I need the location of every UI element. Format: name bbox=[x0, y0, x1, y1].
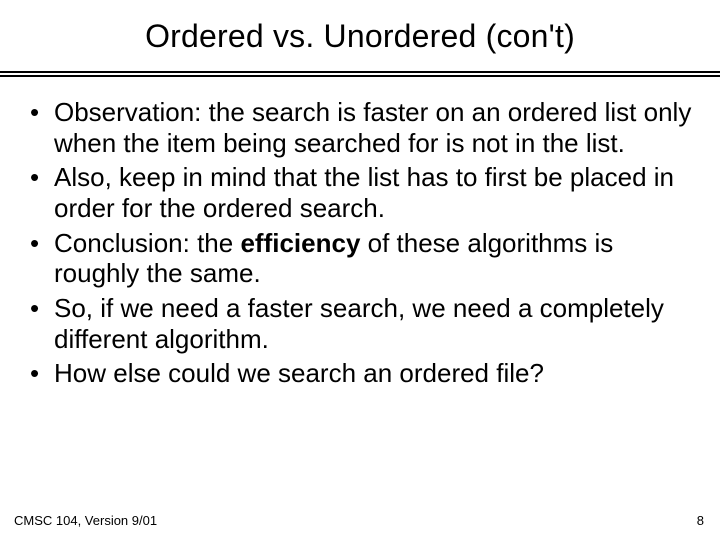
bullet-item: So, if we need a faster search, we need … bbox=[24, 293, 696, 354]
bullet-text: Also, keep in mind that the list has to … bbox=[54, 162, 674, 223]
bullet-list: Observation: the search is faster on an … bbox=[24, 97, 696, 389]
bullet-text: So, if we need a faster search, we need … bbox=[54, 293, 664, 354]
bullet-text-bold: efficiency bbox=[240, 228, 360, 258]
bullet-item: Conclusion: the efficiency of these algo… bbox=[24, 228, 696, 289]
footer-course: CMSC 104, Version 9/01 bbox=[14, 513, 157, 528]
bullet-text-pre: Conclusion: the bbox=[54, 228, 240, 258]
bullet-item: How else could we search an ordered file… bbox=[24, 358, 696, 389]
bullet-item: Also, keep in mind that the list has to … bbox=[24, 162, 696, 223]
bullet-item: Observation: the search is faster on an … bbox=[24, 97, 696, 158]
slide-title: Ordered vs. Unordered (con't) bbox=[20, 18, 700, 55]
bullet-text: Observation: the search is faster on an … bbox=[54, 97, 691, 158]
slide-content: Observation: the search is faster on an … bbox=[0, 77, 720, 389]
title-area: Ordered vs. Unordered (con't) bbox=[0, 0, 720, 65]
bullet-text: How else could we search an ordered file… bbox=[54, 358, 544, 388]
slide: Ordered vs. Unordered (con't) Observatio… bbox=[0, 0, 720, 540]
slide-number: 8 bbox=[697, 513, 704, 528]
